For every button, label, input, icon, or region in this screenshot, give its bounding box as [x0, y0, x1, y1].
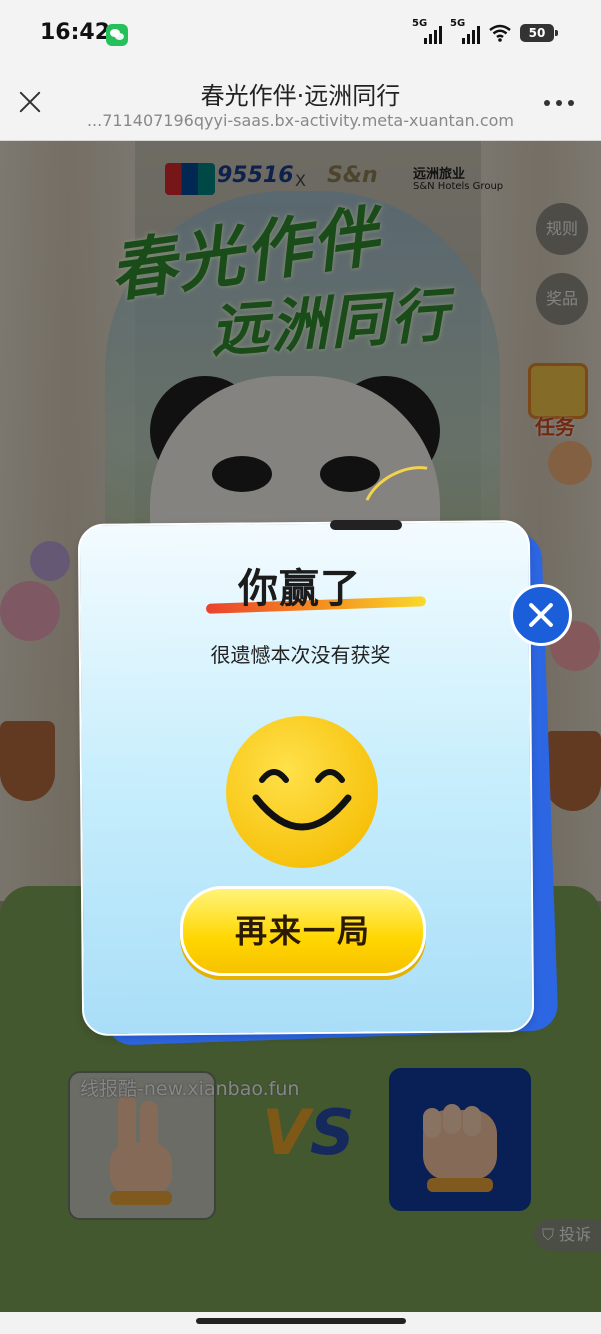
- wifi-icon: [489, 24, 511, 42]
- home-indicator[interactable]: [196, 1318, 406, 1324]
- page-title: 春光作伴·远洲同行: [200, 82, 401, 110]
- tag-hook-decoration: [330, 520, 402, 530]
- signal-icon: 5G: [450, 18, 482, 44]
- battery-icon: 50: [520, 24, 558, 42]
- smiley-icon: [226, 716, 378, 868]
- status-time: 16:42: [40, 20, 111, 45]
- close-icon[interactable]: [510, 584, 572, 646]
- modal-title: 你赢了: [238, 566, 361, 612]
- play-again-button[interactable]: 再来一局: [180, 886, 426, 976]
- more-icon[interactable]: [544, 100, 574, 108]
- signal-icon: 5G: [412, 18, 444, 44]
- modal-message: 很遗憾本次没有获奖: [210, 643, 391, 667]
- status-bar: 16:42 5G 5G 50: [0, 0, 601, 68]
- page-url: ...711407196qyyi-saas.bx-activity.meta-x…: [86, 111, 515, 130]
- browser-nav-bar: 春光作伴·远洲同行 ...711407196qyyi-saas.bx-activ…: [0, 68, 601, 141]
- wechat-icon: [106, 24, 128, 46]
